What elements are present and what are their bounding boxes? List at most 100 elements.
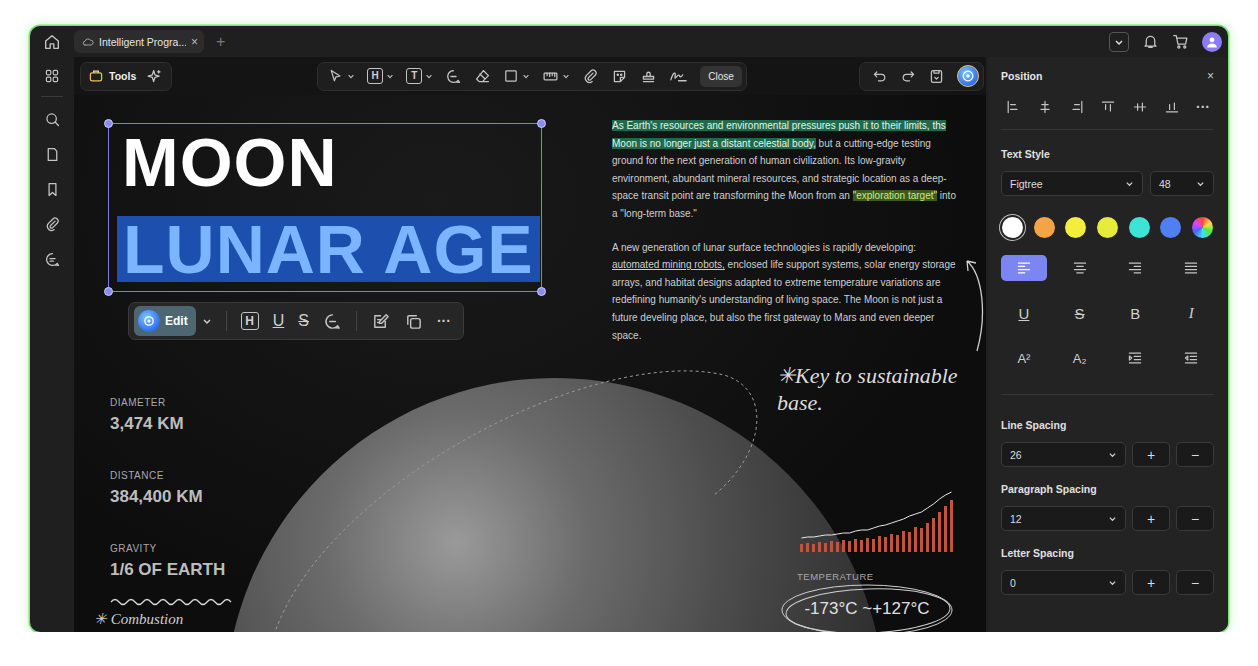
spacing-select[interactable]: 26	[1001, 442, 1126, 467]
app-window: Intelligent Progra...×+ToolsHTCloseMOONL…	[30, 26, 1228, 632]
script-button[interactable]	[1113, 345, 1159, 371]
comment-icon[interactable]	[44, 251, 61, 268]
edit-note-icon[interactable]	[371, 312, 390, 331]
panel-close-button[interactable]: ×	[1207, 69, 1214, 83]
resize-handle[interactable]	[537, 287, 546, 296]
resize-handle[interactable]	[537, 119, 546, 128]
undo-icon[interactable]	[872, 68, 888, 84]
sticker-icon[interactable]	[611, 68, 628, 85]
title[interactable]: MOON LUNAR AGE	[109, 124, 541, 282]
paperclip-icon[interactable]	[44, 216, 61, 233]
color-swatch[interactable]	[1192, 217, 1213, 238]
menu-dropdown[interactable]	[1109, 32, 1129, 52]
close-button[interactable]: Close	[700, 66, 742, 87]
decrease-button[interactable]: −	[1176, 442, 1214, 467]
resize-handle[interactable]	[104, 287, 113, 296]
arrow-icon	[963, 255, 985, 355]
chart-bar	[884, 537, 887, 552]
ai-logo-icon	[142, 314, 156, 328]
text-align-button[interactable]	[1057, 255, 1103, 281]
increase-button[interactable]: +	[1132, 442, 1170, 467]
text-format-button[interactable]: B	[1113, 300, 1159, 326]
spacing-select[interactable]: 0	[1001, 570, 1126, 595]
handwritten-footnote[interactable]: ✳ Combustion	[94, 610, 183, 628]
color-swatch[interactable]	[1065, 217, 1086, 238]
tools-button[interactable]: Tools	[88, 68, 136, 84]
color-swatch[interactable]	[1129, 217, 1150, 238]
cart-icon[interactable]	[1172, 33, 1189, 50]
spacing-select[interactable]: 12	[1001, 506, 1126, 531]
decrease-button[interactable]: −	[1176, 506, 1214, 531]
more-button[interactable]: ···	[1196, 99, 1210, 115]
script-button[interactable]: A₂	[1057, 345, 1103, 371]
grid-icon[interactable]	[44, 68, 60, 84]
handwritten-note[interactable]: ✳Key to sustainable base.	[777, 362, 967, 416]
align-left-icon[interactable]	[1005, 99, 1021, 115]
tab-close-button[interactable]: ×	[191, 35, 198, 49]
text-align-button[interactable]	[1113, 255, 1159, 281]
new-tab-button[interactable]: +	[216, 33, 225, 51]
font-family-select[interactable]: Figtree	[1001, 171, 1143, 196]
align-right-icon[interactable]	[1069, 99, 1085, 115]
text-tool[interactable]: T	[406, 68, 433, 84]
underline-button[interactable]: U	[273, 312, 285, 330]
comment-icon[interactable]	[445, 68, 462, 85]
document-tab[interactable]: Intelligent Progra...×	[74, 30, 204, 53]
attachment-icon[interactable]	[582, 68, 599, 85]
title-line[interactable]: LUNAR AGE	[117, 216, 540, 282]
search-icon[interactable]	[44, 111, 61, 128]
increase-button[interactable]: +	[1132, 570, 1170, 595]
paragraph[interactable]: As Earth's resources and environmental p…	[612, 117, 962, 223]
bell-icon[interactable]	[1142, 33, 1159, 50]
color-swatch[interactable]	[1034, 217, 1055, 238]
sparkle-icon[interactable]	[146, 68, 163, 85]
heading-tool[interactable]: H	[367, 68, 394, 84]
color-swatch[interactable]	[1160, 217, 1181, 238]
more-button[interactable]: ···	[437, 313, 451, 329]
text-format-group: USBI	[1001, 300, 1214, 326]
font-size-select[interactable]: 48	[1150, 171, 1214, 196]
user-avatar[interactable]	[1202, 32, 1222, 52]
stamp-icon[interactable]	[640, 68, 657, 85]
wavy-underline	[110, 597, 232, 607]
text-align-button[interactable]	[1001, 255, 1047, 281]
text-format-button[interactable]: S	[1057, 300, 1103, 326]
text-format-button[interactable]: U	[1001, 300, 1047, 326]
comment-icon[interactable]	[323, 312, 342, 331]
decrease-button[interactable]: −	[1176, 570, 1214, 595]
color-swatch[interactable]	[1097, 217, 1118, 238]
increase-button[interactable]: +	[1132, 506, 1170, 531]
select-tool[interactable]	[328, 68, 355, 84]
color-swatch[interactable]	[1002, 217, 1023, 238]
align-bottom-icon[interactable]	[1164, 99, 1180, 115]
resize-handle[interactable]	[104, 119, 113, 128]
redo-icon[interactable]	[900, 68, 916, 84]
save-icon[interactable]	[928, 68, 945, 85]
text-run: enclosed life support systems, solar ene…	[612, 259, 956, 340]
page-icon[interactable]	[44, 146, 61, 163]
eraser-icon[interactable]	[474, 68, 491, 85]
copy-icon[interactable]	[404, 312, 423, 331]
script-button[interactable]	[1168, 345, 1214, 371]
signature-icon[interactable]	[669, 68, 688, 85]
script-button[interactable]: A²	[1001, 345, 1047, 371]
title-line[interactable]: MOON	[122, 124, 338, 200]
align-middle-icon[interactable]	[1132, 99, 1148, 115]
strikethrough-button[interactable]: S	[298, 312, 309, 330]
ai-assistant-button[interactable]	[957, 65, 979, 87]
home-icon[interactable]	[43, 33, 61, 51]
paragraph[interactable]: A new generation of lunar surface techno…	[612, 239, 962, 345]
shape-tool[interactable]	[503, 68, 530, 84]
measure-tool[interactable]	[542, 68, 570, 85]
moon-photo	[225, 378, 885, 632]
heading-button[interactable]: H	[241, 312, 259, 330]
text-align-button[interactable]	[1168, 255, 1214, 281]
ai-edit-button[interactable]: Edit	[134, 306, 196, 336]
align-center-icon[interactable]	[1037, 99, 1053, 115]
text-selection-box[interactable]: MOON LUNAR AGE	[108, 123, 542, 292]
text-format-button[interactable]: I	[1168, 300, 1214, 326]
align-top-icon[interactable]	[1100, 99, 1116, 115]
bookmark-icon[interactable]	[44, 181, 61, 198]
chevron-down-icon[interactable]	[202, 316, 212, 326]
ai-logo-icon	[960, 68, 976, 84]
